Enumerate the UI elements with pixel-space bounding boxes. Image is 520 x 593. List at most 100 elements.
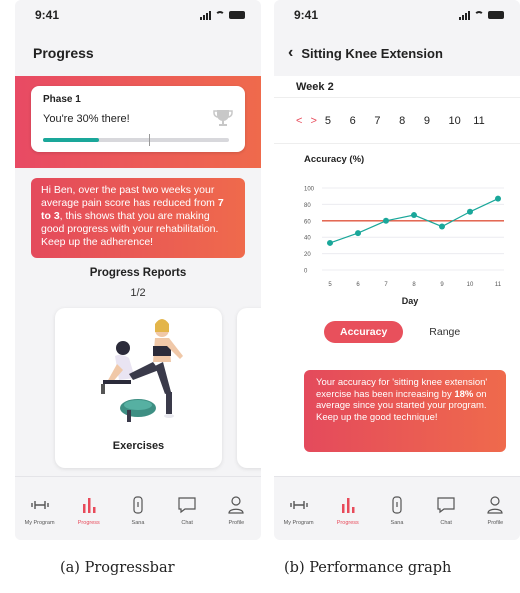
status-icons [459, 10, 504, 20]
day-11[interactable]: 11 [473, 115, 498, 127]
tab-label: Progress [336, 519, 359, 526]
tab-chat[interactable]: Chat [423, 496, 469, 526]
tab-label: Chat [181, 519, 193, 526]
battery-icon [229, 11, 245, 19]
x-tick-label: 5 [328, 282, 332, 288]
day-10[interactable]: 10 [449, 115, 474, 127]
tab-label: Progress [77, 519, 100, 526]
phone-icon [392, 495, 402, 514]
status-icons [200, 10, 245, 20]
exercise-illustration [101, 319, 183, 422]
progress-screen: 9:41 Progress Phase 1 You're 30% there! … [15, 0, 261, 540]
clock: 9:41 [35, 8, 60, 22]
y-tick-label: 40 [304, 236, 311, 242]
header: ‹ Sitting Knee Extension [274, 30, 520, 76]
reports-title: Progress Reports [89, 267, 187, 279]
progress-hero: Phase 1 You're 30% there! [15, 76, 261, 168]
pain-score-message: Hi Ben, over the past two weeks your ave… [31, 178, 245, 258]
tab-label: My Program [24, 519, 55, 526]
y-tick-label: 80 [304, 203, 311, 209]
data-point [467, 208, 473, 215]
data-point [439, 223, 445, 230]
day-8[interactable]: 8 [399, 115, 424, 127]
chart-title: Accuracy (%) [304, 154, 365, 165]
progress-marker [149, 134, 151, 146]
data-point [383, 217, 389, 224]
caption-b: (b) Performance graph [284, 560, 452, 576]
data-point [327, 239, 333, 246]
exercises-card[interactable]: Exercises [55, 308, 222, 468]
tab-label: Sana [390, 519, 404, 526]
next-report-card[interactable] [237, 308, 261, 468]
performance-screen: 9:41 ‹ Sitting Knee Extension Week 2 < >… [274, 0, 520, 540]
tab-label: Profile [487, 519, 504, 526]
phase-label: Phase 1 [43, 94, 81, 105]
phase-card[interactable]: Phase 1 You're 30% there! [31, 86, 245, 152]
phone-icon [133, 495, 143, 514]
accuracy-tab[interactable]: Accuracy [324, 321, 404, 343]
tab-my-program[interactable]: My Program [17, 496, 63, 526]
tab-sana[interactable]: Sana [115, 495, 161, 526]
progress-bar-fill [43, 138, 99, 142]
chevron-left-icon[interactable]: ‹ [288, 44, 293, 62]
status-bar: 9:41 [15, 0, 261, 30]
x-tick-label: 7 [384, 282, 388, 288]
range-tab[interactable]: Range [429, 326, 460, 338]
battery-icon [488, 11, 504, 19]
wifi-icon [215, 11, 225, 19]
next-week-icon[interactable]: > [310, 115, 316, 127]
day-9[interactable]: 9 [424, 115, 449, 127]
message-highlight: 18% [454, 388, 474, 400]
tab-label: My Program [283, 519, 314, 526]
progress-text: You're 30% there! [43, 113, 130, 125]
exercises-label: Exercises [112, 440, 165, 452]
page-title: Progress [15, 30, 261, 76]
x-axis-label: Day [402, 296, 419, 306]
bar-chart-icon [82, 497, 96, 513]
page-title: Sitting Knee Extension [301, 45, 443, 61]
x-tick-label: 8 [412, 282, 416, 288]
reports-pager: 1/2 [130, 287, 146, 299]
y-tick-label: 60 [304, 219, 311, 225]
x-tick-label: 6 [356, 282, 360, 288]
status-bar: 9:41 [274, 0, 520, 30]
x-tick-label: 11 [495, 282, 502, 288]
tab-label: Profile [228, 519, 245, 526]
progress-bar [43, 134, 229, 146]
message-text-end: , this shows that you are making good pr… [41, 210, 219, 248]
tab-bar: My Program Progress Sana Chat Profile [15, 476, 261, 540]
chat-bubble-icon [178, 496, 196, 513]
tab-profile[interactable]: Profile [472, 495, 518, 526]
tab-bar: My Program Progress Sana Chat Profile [274, 476, 520, 540]
data-point [411, 212, 417, 219]
y-tick-label: 20 [304, 252, 311, 258]
tab-profile[interactable]: Profile [213, 495, 259, 526]
day-7[interactable]: 7 [374, 115, 399, 127]
day-6[interactable]: 6 [350, 115, 375, 127]
tab-progress[interactable]: Progress [66, 496, 112, 526]
day-5[interactable]: 5 [325, 115, 350, 127]
bar-chart-icon [341, 497, 355, 513]
tab-chat[interactable]: Chat [164, 496, 210, 526]
person-icon [487, 495, 503, 514]
day-selector: < > 5 6 7 8 9 10 11 [274, 98, 520, 144]
prev-week-icon[interactable]: < [296, 115, 302, 127]
dumbbell-icon [30, 500, 49, 509]
tab-my-program[interactable]: My Program [276, 496, 322, 526]
accuracy-chart: 100 80 60 40 20 0 5 6 7 8 9 10 11 Day [304, 187, 504, 306]
wifi-icon [474, 11, 484, 19]
x-tick-label: 10 [467, 282, 474, 288]
caption-a: (a) Progressbar [60, 560, 175, 576]
clock: 9:41 [294, 8, 319, 22]
metric-toggle: Accuracy Range [324, 321, 460, 343]
chat-bubble-icon [437, 496, 455, 513]
trophy-icon [213, 108, 233, 128]
tab-label: Chat [440, 519, 452, 526]
message-text: Hi Ben, over the past two weeks your ave… [41, 184, 218, 209]
dumbbell-icon [289, 500, 308, 509]
data-point [495, 195, 501, 202]
tab-sana[interactable]: Sana [374, 495, 420, 526]
tab-progress[interactable]: Progress [325, 496, 371, 526]
data-point [355, 230, 361, 237]
y-tick-label: 0 [304, 269, 308, 275]
